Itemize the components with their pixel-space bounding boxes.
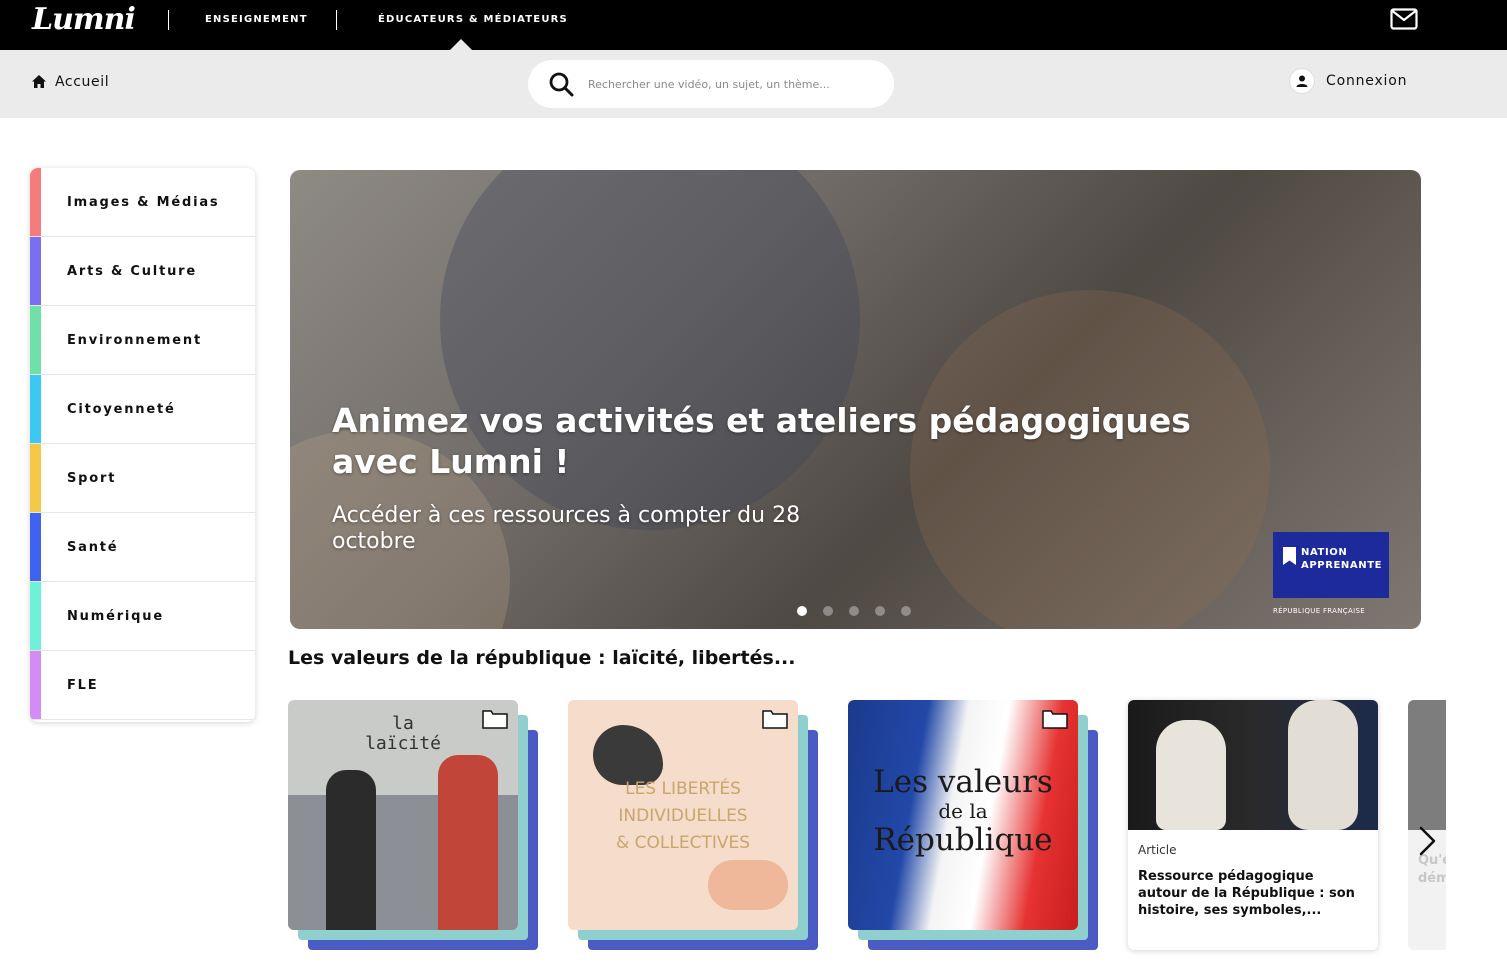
login-label: Connexion: [1326, 73, 1408, 89]
carousel-dot[interactable]: [823, 606, 833, 616]
article-card[interactable]: Article Ressource pédagogique autour de …: [1128, 700, 1378, 950]
cover-text-line: & COLLECTIVES: [615, 833, 751, 853]
cover-text-line: République: [873, 822, 1053, 858]
card-cover-text: Les valeurs de la République: [848, 764, 1078, 858]
badge-line1: NATION: [1301, 547, 1348, 558]
category-sidebar: Images & Médias Arts & Culture Environne…: [30, 168, 255, 722]
category-color-stripe: [30, 513, 41, 581]
home-label: Accueil: [55, 74, 110, 90]
category-fle[interactable]: FLE: [30, 651, 255, 720]
category-label: Images & Médias: [67, 194, 220, 210]
category-citoyennete[interactable]: Citoyenneté: [30, 375, 255, 444]
priest-figure: [326, 770, 376, 930]
category-label: Numérique: [67, 608, 164, 624]
category-label: FLE: [67, 677, 99, 693]
carousel-dots: [797, 606, 911, 616]
peek-thumbnail: [1408, 700, 1446, 830]
card-cover-text: LES LIBERTÉS INDIVIDUELLES & COLLECTIVES: [568, 776, 798, 857]
top-bar: Lumni ENSEIGNEMENT ÉDUCATEURS & MÉDIATEU…: [0, 0, 1507, 50]
collection-card-valeurs[interactable]: Les valeurs de la République: [848, 700, 1098, 950]
republique-francaise-label: RÉPUBLIQUE FRANÇAISE: [1273, 607, 1365, 615]
bookmark-icon: [1283, 547, 1296, 565]
category-color-stripe: [30, 444, 41, 512]
carousel-dot[interactable]: [849, 606, 859, 616]
collection-card-laicite[interactable]: la laïcité: [288, 700, 538, 950]
hero-title: Animez vos activités et ateliers pédagog…: [332, 401, 1191, 481]
category-color-stripe: [30, 306, 41, 374]
card-thumbnail: Les valeurs de la République: [848, 700, 1078, 930]
article-thumbnail: [1128, 700, 1378, 830]
category-label: Sport: [67, 470, 117, 486]
marianne-figure: [438, 755, 498, 930]
cover-text-line: de la: [938, 799, 988, 823]
category-label: Environnement: [67, 332, 202, 348]
carousel-next-icon[interactable]: [1414, 824, 1440, 858]
hero-banner[interactable]: Animez vos activités et ateliers pédagog…: [290, 170, 1421, 629]
category-numerique[interactable]: Numérique: [30, 582, 255, 651]
category-color-stripe: [30, 582, 41, 650]
category-sante[interactable]: Santé: [30, 513, 255, 582]
collection-card-libertes[interactable]: LES LIBERTÉS INDIVIDUELLES & COLLECTIVES: [568, 700, 818, 950]
category-color-stripe: [30, 168, 41, 236]
category-label: Santé: [67, 539, 119, 555]
user-icon: [1290, 69, 1314, 93]
nav-educateurs-mediateurs[interactable]: ÉDUCATEURS & MÉDIATEURS: [378, 14, 568, 25]
section-title: Les valeurs de la république : laïcité, …: [288, 647, 796, 669]
card-thumbnail: la laïcité: [288, 700, 518, 930]
category-label: Arts & Culture: [67, 263, 197, 279]
hero-subtitle: Accéder à ces ressources à compter du 28…: [332, 503, 801, 554]
login-button[interactable]: Connexion: [1290, 69, 1407, 93]
mail-icon[interactable]: [1390, 8, 1418, 30]
category-sport[interactable]: Sport: [30, 444, 255, 513]
cover-text-line: Les valeurs: [873, 764, 1053, 800]
home-link[interactable]: Accueil: [31, 74, 109, 90]
bust-figure: [1288, 700, 1358, 830]
hand-illustration: [708, 860, 788, 910]
nav-separator: [168, 10, 169, 30]
peek-text-line: dém: [1418, 871, 1446, 886]
cover-text-line: laïcité: [365, 733, 441, 754]
folder-icon: [1042, 710, 1068, 729]
carousel-dot[interactable]: [875, 606, 885, 616]
nav-separator: [336, 10, 337, 30]
category-color-stripe: [30, 651, 41, 719]
search-input[interactable]: [588, 77, 868, 91]
category-color-stripe: [30, 237, 41, 305]
article-type-label: Article: [1138, 843, 1177, 857]
category-color-stripe: [30, 375, 41, 443]
active-nav-indicator: [450, 39, 472, 50]
bust-figure: [1156, 720, 1226, 830]
nation-apprenante-badge: NATION APPRENANTE: [1273, 532, 1389, 598]
category-arts-culture[interactable]: Arts & Culture: [30, 237, 255, 306]
carousel-dot[interactable]: [797, 606, 807, 616]
cover-text-line: INDIVIDUELLES: [618, 806, 748, 826]
category-environnement[interactable]: Environnement: [30, 306, 255, 375]
lumni-logo[interactable]: Lumni: [32, 2, 136, 37]
home-icon: [32, 75, 46, 88]
search-icon[interactable]: [548, 71, 574, 97]
folder-icon: [762, 710, 788, 729]
cover-text-line: LES LIBERTÉS: [625, 779, 741, 799]
category-label: Citoyenneté: [67, 401, 176, 417]
sub-header: Accueil Connexion: [0, 50, 1507, 118]
folder-icon: [482, 710, 508, 729]
search-bar[interactable]: [528, 60, 894, 108]
card-thumbnail: LES LIBERTÉS INDIVIDUELLES & COLLECTIVES: [568, 700, 798, 930]
nav-enseignement[interactable]: ENSEIGNEMENT: [205, 14, 308, 25]
article-title: Ressource pédagogique autour de la Répub…: [1138, 869, 1355, 918]
badge-line2: APPRENANTE: [1301, 560, 1383, 571]
carousel-dot[interactable]: [901, 606, 911, 616]
category-images-medias[interactable]: Images & Médias: [30, 168, 255, 237]
